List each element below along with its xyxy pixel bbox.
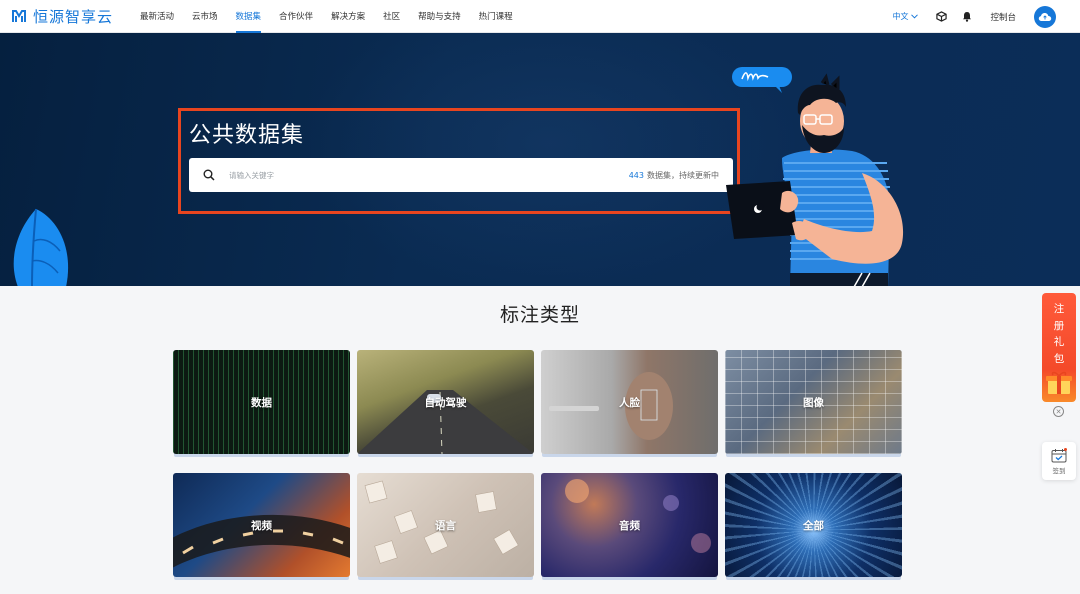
card-label: 图像 (803, 396, 824, 409)
card-face[interactable]: 人脸 (541, 350, 718, 454)
highlight-annotation-box (178, 108, 740, 214)
card-all[interactable]: 全部 (725, 473, 902, 577)
gift-char: 注 (1053, 303, 1065, 315)
language-label: 中文 (892, 12, 909, 21)
card-image[interactable]: 图像 (725, 350, 902, 454)
chevron-down-icon (911, 14, 919, 19)
brand-name: 恒源智享云 (33, 7, 114, 26)
nav-item-latest-activities[interactable]: 最新活动 (131, 0, 183, 33)
bell-icon[interactable] (960, 10, 974, 24)
card-label: 自动驾驶 (424, 396, 467, 409)
nav-item-datasets[interactable]: 数据集 (227, 0, 271, 33)
nav-item-partners[interactable]: 合作伙伴 (270, 0, 322, 33)
card-language[interactable]: 语言 (357, 473, 534, 577)
card-data[interactable]: 数据 (173, 350, 350, 454)
card-video[interactable]: 视频 (173, 473, 350, 577)
top-navbar: 恒源智享云 最新活动 云市场 数据集 合作伙伴 解决方案 社区 帮助与支持 热门… (0, 0, 1080, 33)
card-label: 全部 (803, 519, 824, 532)
nav-menu: 最新活动 云市场 数据集 合作伙伴 解决方案 社区 帮助与支持 热门课程 (131, 0, 522, 33)
card-label: 视频 (251, 519, 272, 532)
section-title: 标注类型 (499, 304, 580, 326)
console-link[interactable]: 控制台 (990, 11, 1016, 23)
cube-icon[interactable] (934, 10, 948, 24)
calendar-check-icon (1051, 448, 1067, 463)
gift-box-icon (1046, 371, 1072, 394)
nav-item-popular-courses[interactable]: 热门课程 (470, 0, 522, 33)
gift-char: 包 (1053, 352, 1065, 365)
nav-right: 中文 控制台 (892, 0, 1056, 33)
logo-icon (12, 10, 26, 22)
language-selector[interactable]: 中文 (892, 11, 919, 22)
card-label: 人脸 (619, 396, 640, 409)
gift-char: 册 (1053, 319, 1065, 332)
hero-banner: 公共数据集 443数据集，持续更新中 (0, 33, 1080, 286)
gift-char: 礼 (1053, 336, 1065, 348)
card-autonomous-driving[interactable]: 自动驾驶 (357, 350, 534, 454)
nav-item-help-support[interactable]: 帮助与支持 (409, 0, 470, 33)
leaf-decoration-icon (13, 208, 69, 286)
sign-in-button[interactable]: 签到 (1042, 442, 1076, 480)
nav-item-solutions[interactable]: 解决方案 (322, 0, 374, 33)
sign-in-label: 签到 (1052, 467, 1066, 475)
card-audio[interactable]: 音频 (541, 473, 718, 577)
person-with-tablet-illustration (726, 67, 904, 286)
card-label: 数据 (251, 396, 272, 409)
user-avatar[interactable] (1034, 5, 1056, 28)
cloud-avatar-icon (1038, 12, 1052, 21)
nav-item-community[interactable]: 社区 (374, 0, 409, 33)
nav-item-cloud-market[interactable]: 云市场 (183, 0, 227, 33)
card-label: 音频 (619, 519, 640, 532)
card-label: 语言 (435, 519, 456, 532)
close-gift-icon[interactable]: ✕ (1053, 406, 1064, 417)
logo[interactable]: 恒源智享云 (11, 6, 119, 27)
